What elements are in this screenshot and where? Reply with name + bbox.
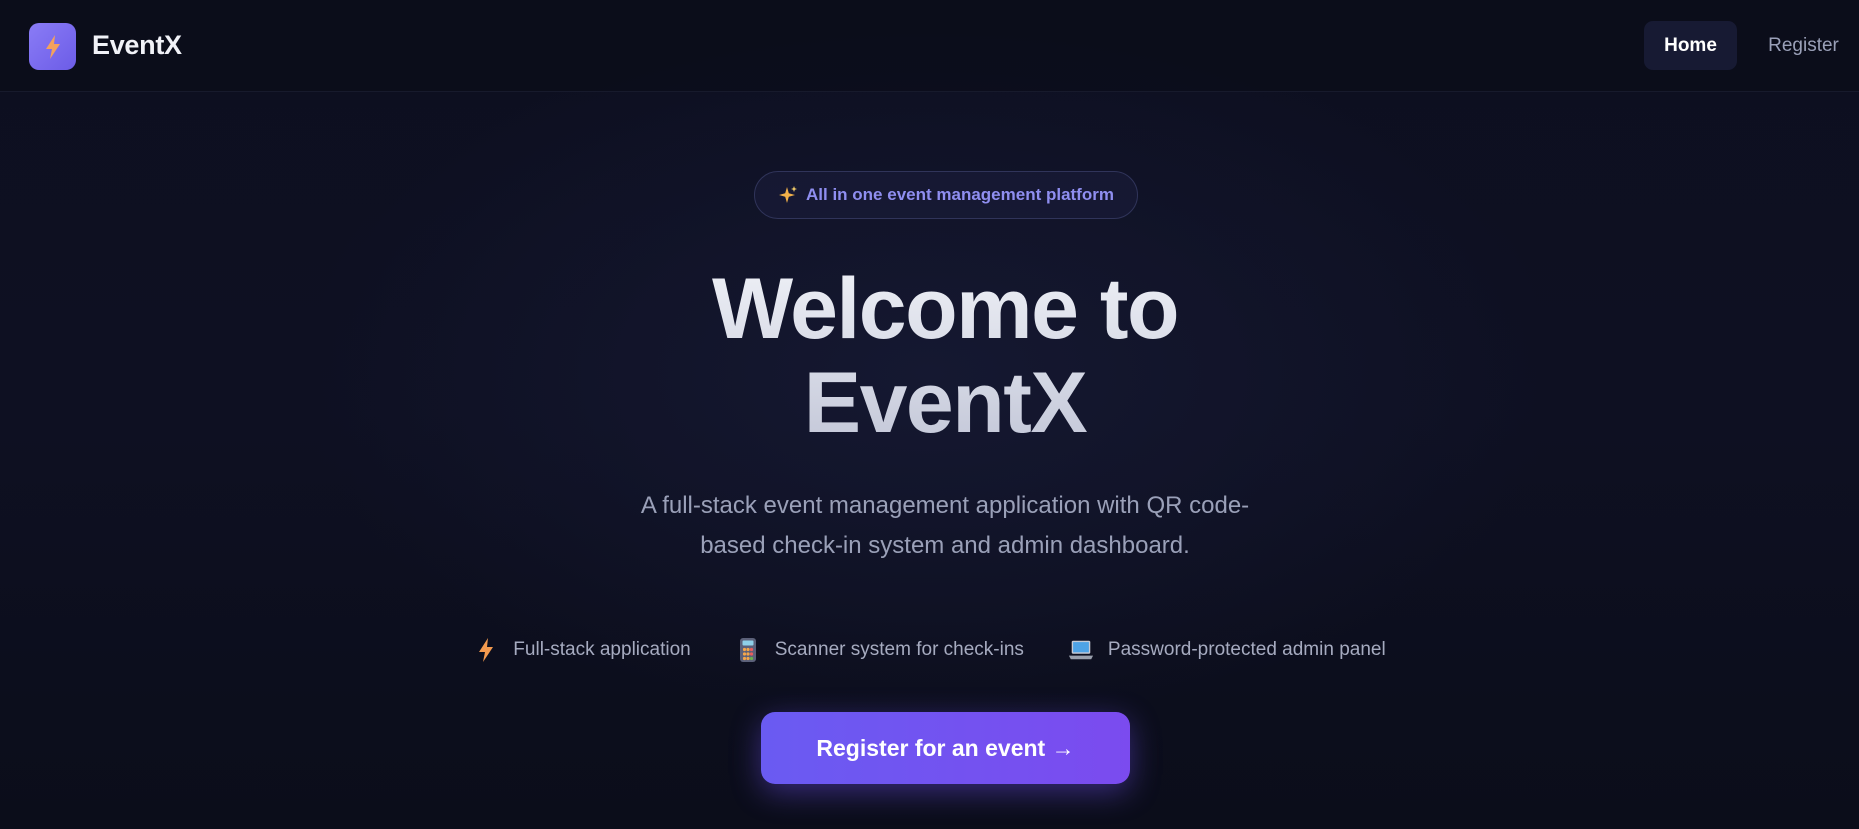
brand-name[interactable]: EventX [92, 30, 182, 61]
laptop-icon [1068, 637, 1094, 663]
lightning-bolt-icon [45, 34, 60, 59]
feature-item: Password-protected admin panel [1068, 637, 1386, 663]
hero-title: Welcome to EventX [480, 262, 1410, 450]
brand-logo[interactable] [29, 23, 76, 70]
hero-subtitle-line-1: A full-stack event management applicatio… [640, 492, 1250, 519]
nav-link-register[interactable]: Register [1756, 21, 1851, 70]
nav-link-home[interactable]: Home [1644, 21, 1737, 70]
top-navbar: EventX Home Register [0, 0, 1859, 92]
sparkles-icon [779, 186, 798, 203]
feature-list: Full-stack application Scanner system fo… [0, 634, 1859, 666]
feature-label: Password-protected admin panel [1107, 639, 1386, 660]
hero-subtitle-line-2: based check-in system and admin dashboar… [700, 532, 1190, 559]
calculator-icon [735, 637, 761, 663]
register-event-button[interactable]: Register for an event → [761, 712, 1130, 784]
platform-badge: All in one event management platform [754, 171, 1138, 219]
lightning-bolt-icon [473, 637, 499, 663]
platform-badge-text: All in one event management platform [806, 185, 1114, 204]
hero-title-line-2: EventX [803, 355, 1087, 451]
feature-label: Full-stack application [513, 639, 691, 660]
feature-label: Scanner system for check-ins [774, 639, 1024, 660]
hero-title-line-1: Welcome to [711, 261, 1179, 357]
feature-item: Scanner system for check-ins [735, 637, 1024, 663]
feature-item: Full-stack application [473, 637, 691, 663]
hero-subtitle: A full-stack event management applicatio… [610, 486, 1280, 566]
